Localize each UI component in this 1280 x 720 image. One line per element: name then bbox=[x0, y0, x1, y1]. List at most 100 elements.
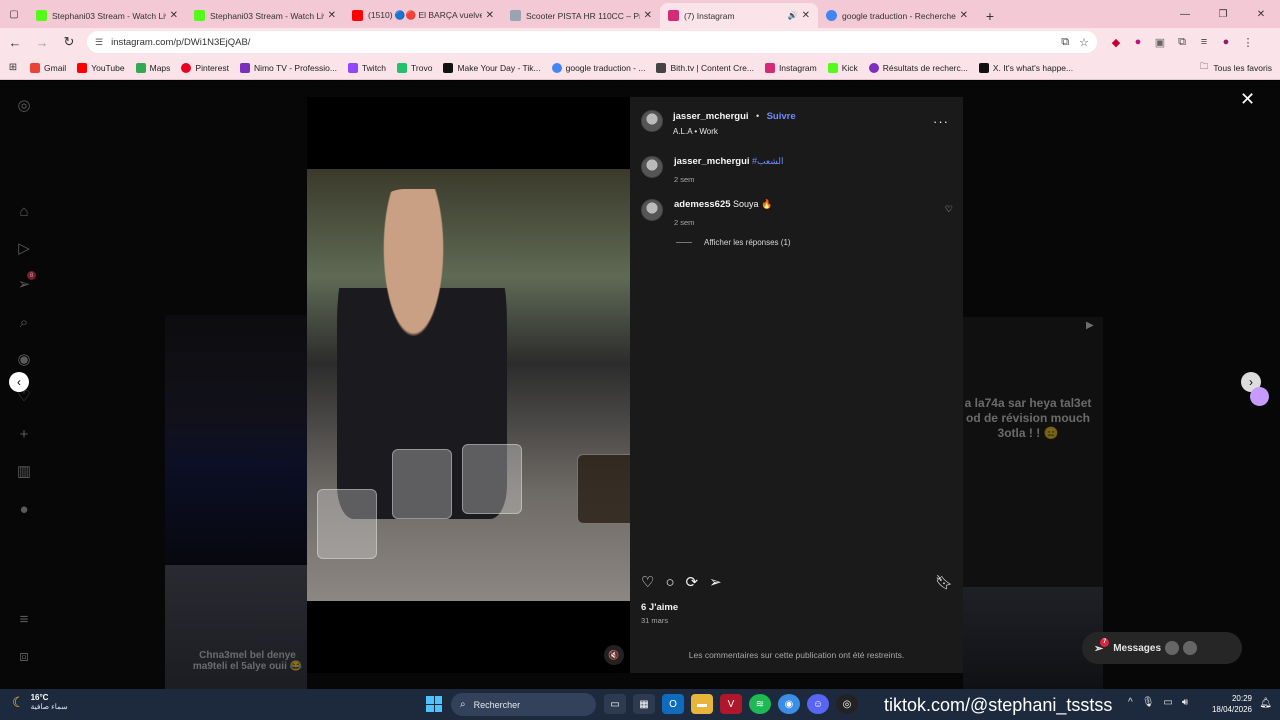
capcut-icon[interactable]: V bbox=[720, 694, 742, 714]
author-avatar[interactable] bbox=[641, 110, 663, 132]
share-icon[interactable]: ➢ bbox=[709, 573, 722, 591]
tab-search-icon[interactable]: ▢ bbox=[0, 0, 28, 28]
tab-kick-2[interactable]: Stephani03 Stream - Watch Live ✕ bbox=[186, 3, 344, 28]
bookmark-bith[interactable]: Bith.tv | Content Cre... bbox=[656, 62, 754, 73]
more-options-icon[interactable]: ··· bbox=[933, 114, 949, 129]
task-view-icon[interactable]: ▭ bbox=[604, 694, 626, 714]
apps-grid-icon[interactable]: ⊞ bbox=[0, 62, 26, 73]
back-icon[interactable]: ← bbox=[3, 30, 27, 54]
caption-hashtag[interactable]: #الشعب bbox=[752, 156, 783, 166]
view-replies-button[interactable]: Afficher les réponses (1) bbox=[676, 238, 791, 247]
tab-youtube[interactable]: (1510) 🔵🔴 El BARÇA vuelve ✕ bbox=[344, 3, 502, 28]
outlook-icon[interactable]: O bbox=[662, 694, 684, 714]
close-tab-icon[interactable]: ✕ bbox=[644, 10, 652, 21]
bookmark-google-translate[interactable]: google traduction - ... bbox=[551, 62, 645, 73]
message-avatar bbox=[1165, 641, 1180, 655]
mute-toggle-icon[interactable]: 🔇 bbox=[604, 645, 624, 665]
like-comment-heart-icon[interactable]: ♡ bbox=[945, 204, 953, 215]
minimize-icon[interactable]: — bbox=[1166, 0, 1204, 28]
bookmark-kick[interactable]: Kick bbox=[827, 62, 858, 73]
video-glass bbox=[392, 449, 452, 519]
notifications-bell-icon[interactable]: 🔔︎ bbox=[1259, 698, 1272, 709]
new-tab-button[interactable]: + bbox=[976, 3, 1004, 28]
close-tab-icon[interactable]: ✕ bbox=[802, 10, 810, 21]
close-modal-icon[interactable]: ✕ bbox=[1240, 89, 1255, 110]
extension-icon[interactable]: ● bbox=[1127, 36, 1149, 48]
follow-button[interactable]: Suivre bbox=[767, 111, 796, 122]
volume-icon[interactable]: 🔊︎ bbox=[1182, 697, 1188, 708]
caption-username[interactable]: jasser_mchergui bbox=[674, 156, 750, 167]
bookmark-star-icon[interactable]: ☆ bbox=[1079, 36, 1089, 49]
tab-google[interactable]: google traduction - Recherche G ✕ bbox=[818, 3, 976, 28]
author-avatar[interactable] bbox=[641, 156, 663, 178]
reload-icon[interactable]: ↻ bbox=[57, 30, 81, 54]
chrome-icon[interactable]: ◉ bbox=[778, 694, 800, 714]
obs-icon[interactable]: ◎ bbox=[836, 694, 858, 714]
previous-post-button[interactable]: ‹ bbox=[9, 372, 29, 392]
bookmark-maps[interactable]: Maps bbox=[135, 62, 170, 73]
system-clock[interactable]: 20:29 18/04/2026 bbox=[1212, 693, 1252, 715]
install-app-icon[interactable]: ⧉ bbox=[1061, 36, 1069, 49]
restore-icon[interactable]: ❐ bbox=[1204, 0, 1242, 28]
save-bookmark-icon[interactable]: 🔖︎ bbox=[935, 574, 953, 591]
tab-scooter[interactable]: Scooter PISTA HR 110CC – Prom ✕ bbox=[502, 3, 660, 28]
tiktok-icon bbox=[443, 62, 454, 73]
bookmark-instagram[interactable]: Instagram bbox=[764, 62, 817, 73]
close-window-icon[interactable]: ✕ bbox=[1242, 0, 1280, 28]
puzzle-icon[interactable]: ⧉ bbox=[1171, 36, 1193, 49]
like-count[interactable]: 6 J'aime bbox=[641, 602, 678, 613]
tab-kick-1[interactable]: Stephani03 Stream - Watch Live ✕ bbox=[28, 3, 186, 28]
commenter-avatar[interactable] bbox=[641, 199, 663, 221]
reading-list-icon[interactable]: ≡ bbox=[1193, 36, 1215, 48]
bookmark-youtube[interactable]: YouTube bbox=[77, 62, 125, 73]
taskbar-search[interactable]: ⌕ Rechercher bbox=[451, 693, 596, 716]
messages-button[interactable]: ➢ 7 Messages bbox=[1082, 632, 1242, 664]
close-tab-icon[interactable]: ✕ bbox=[960, 10, 968, 21]
spotify-icon[interactable]: ≋ bbox=[749, 694, 771, 714]
bookmark-search-results[interactable]: Résultats de recherc... bbox=[868, 62, 968, 73]
tab-title: (1510) 🔵🔴 El BARÇA vuelve bbox=[368, 10, 482, 20]
bookmark-nimo[interactable]: Nimo TV - Professio... bbox=[239, 62, 337, 73]
post-location[interactable]: A.L.A • Work bbox=[673, 127, 796, 136]
repost-icon[interactable]: ⟳ bbox=[686, 573, 699, 591]
address-bar[interactable]: ☰ instagram.com/p/DWi1N3EjQAB/ ⧉ ☆ bbox=[87, 31, 1097, 53]
post-video[interactable]: 🔇 bbox=[307, 97, 630, 673]
all-bookmarks[interactable]: 🗀 Tous les favoris bbox=[1200, 56, 1272, 80]
tray-chevron-icon[interactable]: ^ bbox=[1128, 697, 1133, 708]
commenter-username[interactable]: ademess625 bbox=[674, 199, 731, 210]
bookmark-twitch[interactable]: Twitch bbox=[347, 62, 386, 73]
tab-instagram[interactable]: (7) Instagram 🔊 ✕ bbox=[660, 3, 818, 28]
close-tab-icon[interactable]: ✕ bbox=[328, 10, 336, 21]
like-heart-icon[interactable]: ♡ bbox=[641, 573, 654, 591]
author-username[interactable]: jasser_mchergui bbox=[673, 111, 749, 122]
bookmark-pinterest[interactable]: Pinterest bbox=[181, 62, 229, 73]
close-tab-icon[interactable]: ✕ bbox=[170, 10, 178, 21]
site-info-icon[interactable]: ☰ bbox=[95, 37, 103, 48]
microphone-icon[interactable]: 🎙︎ bbox=[1142, 697, 1155, 708]
network-icon[interactable]: ▭ bbox=[1163, 697, 1172, 708]
url-text: instagram.com/p/DWi1N3EjQAB/ bbox=[111, 36, 251, 48]
extension-icon[interactable]: ◆ bbox=[1105, 36, 1127, 49]
floating-extension-icon[interactable] bbox=[1250, 387, 1269, 406]
bookmark-trovo[interactable]: Trovo bbox=[397, 62, 432, 73]
extension-icon[interactable]: ▣ bbox=[1149, 36, 1171, 49]
bookmark-gmail[interactable]: Gmail bbox=[30, 62, 66, 73]
browser-toolbar: ← → ↻ ☰ instagram.com/p/DWi1N3EjQAB/ ⧉ ☆… bbox=[0, 28, 1280, 56]
search-icon: ⌕ bbox=[460, 699, 466, 710]
calendar-app-icon[interactable]: ▦ bbox=[633, 694, 655, 714]
discord-icon[interactable]: ☺ bbox=[807, 694, 829, 714]
comment-icon[interactable]: ○ bbox=[665, 574, 674, 591]
forward-icon[interactable]: → bbox=[30, 30, 54, 54]
moon-icon: ☾ bbox=[12, 693, 25, 710]
start-windows-icon[interactable] bbox=[426, 696, 442, 712]
close-tab-icon[interactable]: ✕ bbox=[486, 10, 494, 21]
video-glass bbox=[577, 454, 630, 524]
profile-avatar[interactable]: ● bbox=[1215, 36, 1237, 48]
bookmark-tiktok[interactable]: Make Your Day - Tik... bbox=[443, 62, 541, 73]
bookmark-x[interactable]: X. It's what's happe... bbox=[978, 62, 1073, 73]
speaker-icon[interactable]: 🔊 bbox=[788, 11, 798, 20]
window-controls: — ❐ ✕ bbox=[1166, 0, 1280, 28]
menu-dots-icon[interactable]: ⋮ bbox=[1237, 36, 1259, 49]
file-explorer-icon[interactable]: ▬ bbox=[691, 694, 713, 714]
weather-widget[interactable]: ☾ 16°C سماء صافية bbox=[12, 693, 68, 711]
